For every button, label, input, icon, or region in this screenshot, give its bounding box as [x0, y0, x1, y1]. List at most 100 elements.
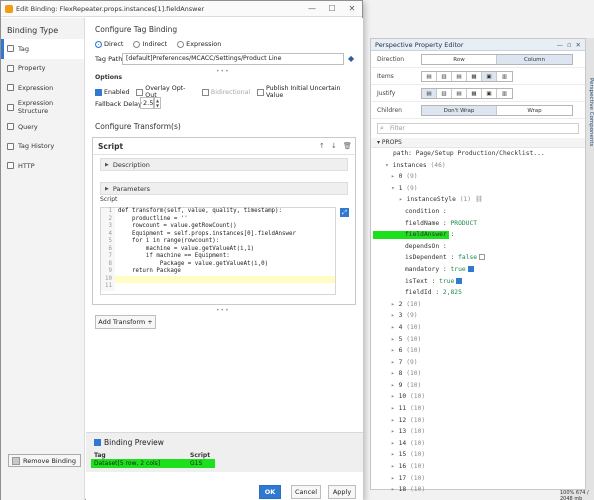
fallback-delay-stepper[interactable]: ▲ ▼	[154, 97, 161, 109]
code-line[interactable]: 2 productline = ''	[101, 215, 335, 223]
collapse-chevron-icon[interactable]: ▾	[385, 162, 393, 169]
justify-end-icon[interactable]: ▤	[452, 88, 467, 98]
link-icon[interactable]: ⛓	[475, 196, 483, 203]
expand-chevron-icon[interactable]: ▸	[391, 440, 399, 447]
expand-chevron-icon[interactable]: ▸	[391, 486, 399, 493]
align-stretch-icon[interactable]: ▣	[482, 71, 497, 81]
maximize-icon[interactable]: ☐	[322, 4, 342, 13]
justify-start-icon[interactable]: ▤	[422, 88, 437, 98]
tree-item-row[interactable]: ▸ 8 (10)	[371, 368, 585, 380]
code-line[interactable]: 8 Package = value.getValueAt(i,0)	[101, 260, 335, 268]
justify-between-icon[interactable]: ▦	[467, 88, 482, 98]
tag-browse-icon[interactable]: ◆	[348, 54, 354, 63]
move-up-icon[interactable]: ↑	[319, 142, 331, 150]
tree-item-row[interactable]: ▸ 3 (9)	[371, 310, 585, 322]
tag-path-input[interactable]: [default]Preferences/MCACC/Settings/Prod…	[122, 53, 344, 65]
wrap-option[interactable]: Wrap	[497, 106, 572, 115]
justify-evenly-icon[interactable]: ▥	[497, 89, 512, 98]
checkbox-icon[interactable]	[479, 254, 486, 261]
field-row-field-id[interactable]: fieldId : 2,825	[371, 287, 585, 299]
expand-chevron-icon[interactable]: ▸	[391, 382, 399, 389]
resize-grip[interactable]: •••	[216, 307, 230, 314]
tree-item-row[interactable]: ▸ 16 (10)	[371, 461, 585, 473]
expand-chevron-icon[interactable]: ▸	[391, 347, 399, 354]
expand-chevron-icon[interactable]: ▸	[391, 370, 399, 377]
code-line[interactable]: 4 Equipment = self.props.instances[0].fi…	[101, 230, 335, 238]
field-row-instance-style[interactable]: ▸ instanceStyle (1) ⛓	[371, 194, 585, 206]
field-row-is-dependent[interactable]: isDependent : false	[371, 252, 585, 264]
mode-indirect-radio[interactable]: Indirect	[133, 40, 167, 48]
nav-item-expression-structure[interactable]: Expression Structure	[1, 98, 84, 118]
tree-item-row[interactable]: ▸ 6 (10)	[371, 345, 585, 357]
field-row-mandatory[interactable]: mandatory : true	[371, 264, 585, 276]
enabled-checkbox[interactable]: Enabled	[95, 85, 129, 99]
publish-initial-uncertain-checkbox[interactable]: Publish Initial Uncertain Value	[257, 85, 356, 99]
code-line[interactable]: 3 rowcount = value.getRowCount()	[101, 223, 335, 231]
code-line[interactable]: 1 def transform(self, value, quality, tim…	[101, 208, 335, 216]
fallback-delay-input[interactable]: 2.5	[140, 97, 154, 109]
bidirectional-checkbox[interactable]: Bidirectional	[201, 85, 250, 99]
perspective-components-tab[interactable]: Perspective Components	[588, 78, 594, 146]
tree-item-row[interactable]: ▸ 7 (9)	[371, 357, 585, 369]
expand-chevron-icon[interactable]: ▸	[391, 475, 399, 482]
cancel-button[interactable]: Cancel	[291, 485, 321, 499]
tree-item-row[interactable]: ▸ 2 (10)	[371, 299, 585, 311]
close-icon[interactable]: ✕	[576, 41, 581, 49]
expand-chevron-icon[interactable]: ▸	[391, 336, 399, 343]
align-start-icon[interactable]: ▤	[422, 71, 437, 81]
expand-chevron-icon[interactable]: ▸	[391, 359, 399, 366]
field-row-field-answer[interactable]: fieldAnswer :	[371, 229, 585, 241]
tree-item-row[interactable]: ▸ 10 (10)	[371, 391, 585, 403]
expand-chevron-icon[interactable]: ▸	[391, 324, 399, 331]
close-icon[interactable]: ✕	[342, 4, 362, 13]
code-line[interactable]: 7 if machine == Equipment:	[101, 253, 335, 261]
expand-chevron-icon[interactable]: ▸	[391, 428, 399, 435]
apply-button[interactable]: Apply	[328, 485, 356, 499]
mode-direct-radio[interactable]: Direct	[95, 40, 123, 48]
expand-chevron-icon[interactable]: ▸	[391, 301, 399, 308]
instances-row[interactable]: ▾ instances (46)	[371, 160, 585, 172]
dont-wrap-option[interactable]: Don't Wrap	[422, 105, 497, 115]
expand-chevron-icon[interactable]: ▸	[391, 405, 399, 412]
align-center-icon[interactable]: ▥	[437, 71, 452, 81]
editor-expand-icon[interactable]: ⤢	[340, 208, 349, 217]
move-down-icon[interactable]: ↓	[331, 142, 343, 150]
delete-icon[interactable]: 🗑	[343, 142, 355, 150]
minimize-icon[interactable]: —	[302, 4, 322, 13]
add-transform-button[interactable]: Add Transform +	[95, 315, 156, 329]
expand-chevron-icon[interactable]: ▸	[391, 463, 399, 470]
code-line[interactable]: 5 for i in range(rowcount):	[101, 238, 335, 246]
tree-item-row[interactable]: ▸ 9 (10)	[371, 380, 585, 392]
nav-item-tag[interactable]: Tag	[1, 39, 84, 59]
filter-input[interactable]: ⌕ Filter	[377, 123, 579, 134]
tree-item-row[interactable]: ▸ 0 (9)	[371, 171, 585, 183]
nav-item-expression[interactable]: Expression	[1, 78, 84, 98]
field-row-field-name[interactable]: fieldName : PRODUCT	[371, 218, 585, 230]
field-row-condition[interactable]: condition :	[371, 206, 585, 218]
tree-item-row[interactable]: ▸ 12 (10)	[371, 415, 585, 427]
tree-item-row[interactable]: ▸ 5 (10)	[371, 334, 585, 346]
tree-item-row[interactable]: ▸ 13 (10)	[371, 426, 585, 438]
code-line[interactable]: 6 machine = value.getValueAt(i,1)	[101, 245, 335, 253]
expand-chevron-icon[interactable]: ▸	[391, 417, 399, 424]
code-line[interactable]: 10	[101, 275, 335, 283]
align-baseline-icon[interactable]: ▦	[467, 71, 482, 81]
field-row-depends-on[interactable]: dependsOn :	[371, 241, 585, 253]
nav-item-property[interactable]: Property	[1, 59, 84, 79]
nav-item-query[interactable]: Query	[1, 117, 84, 137]
description-expander[interactable]: ▶ Description	[100, 158, 348, 171]
ok-button[interactable]: OK	[259, 485, 281, 499]
expand-chevron-icon[interactable]: ▸	[391, 312, 399, 319]
minimize-icon[interactable]: —	[557, 41, 564, 49]
parameters-expander[interactable]: ▶ Parameters	[100, 182, 348, 195]
code-line[interactable]: 9 return Package	[101, 268, 335, 276]
direction-row-option[interactable]: Row	[422, 54, 497, 64]
nav-item-tag-history[interactable]: Tag History	[1, 137, 84, 157]
align-auto-icon[interactable]: ▥	[497, 72, 512, 81]
expand-chevron-icon[interactable]: ▸	[391, 393, 399, 400]
justify-around-icon[interactable]: ▣	[482, 88, 497, 98]
tree-item-row[interactable]: ▸ 18 (10)	[371, 484, 585, 496]
field-row-is-text[interactable]: isText : true	[371, 276, 585, 288]
align-end-icon[interactable]: ▤	[452, 71, 467, 81]
tree-item-row[interactable]: ▸ 11 (10)	[371, 403, 585, 415]
